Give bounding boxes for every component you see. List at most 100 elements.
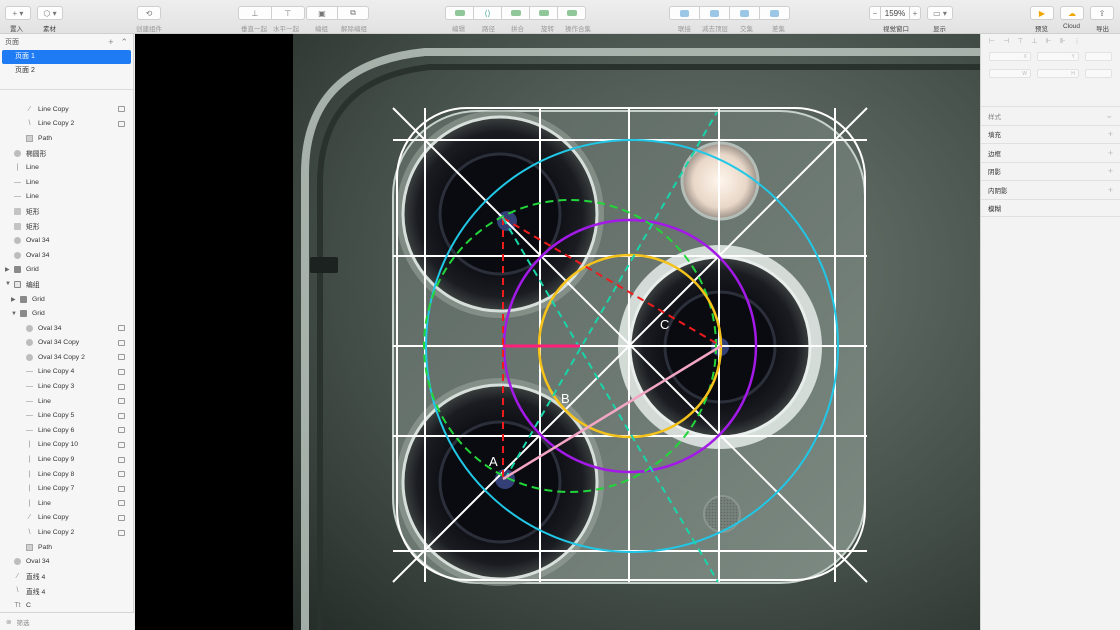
insert-button[interactable]: + ▾ xyxy=(5,6,31,20)
create-symbol-button[interactable]: ⟲ xyxy=(137,6,161,20)
layer-row[interactable]: ⁄ Line Copy xyxy=(0,511,134,526)
add-fill-icon[interactable]: + xyxy=(1108,129,1113,139)
difference-button[interactable] xyxy=(759,6,790,20)
intersect-button[interactable] xyxy=(729,6,760,20)
layer-row[interactable]: | Line xyxy=(0,160,134,175)
zoom-value[interactable]: 159% xyxy=(880,6,910,20)
disclosure-expanded-icon[interactable]: ▼ xyxy=(5,281,11,287)
add-shadow-icon[interactable]: + xyxy=(1108,166,1113,176)
symbol-link-icon[interactable] xyxy=(118,368,125,375)
style-section[interactable]: 样式 ⌄ xyxy=(981,106,1120,125)
layer-row[interactable]: Oval 34 Copy 2 xyxy=(0,350,134,365)
layer-row[interactable]: — Line Copy 5 xyxy=(0,408,134,423)
align-center-icon[interactable]: ⊣ xyxy=(1003,37,1009,45)
zoom-in-button[interactable]: + xyxy=(909,6,921,20)
symbol-link-icon[interactable] xyxy=(118,456,125,463)
layer-row[interactable]: 矩形 xyxy=(0,204,134,219)
layer-row[interactable]: — Line xyxy=(0,190,134,205)
flatten-button[interactable] xyxy=(501,6,530,20)
cloud-button[interactable]: ☁ xyxy=(1060,6,1084,20)
layer-row[interactable]: Path xyxy=(0,131,134,146)
layer-row[interactable]: Oval 34 xyxy=(0,248,134,263)
symbol-link-icon[interactable] xyxy=(118,120,125,127)
symbol-link-icon[interactable] xyxy=(118,412,125,419)
layer-row[interactable]: 矩形 xyxy=(0,219,134,234)
layer-row[interactable]: Oval 34 xyxy=(0,321,134,336)
align-horizontal-button[interactable]: ⊤ xyxy=(271,6,305,20)
layer-row[interactable]: Oval 34 xyxy=(0,554,134,569)
layer-row[interactable]: Path xyxy=(0,540,134,555)
disclosure-collapsed-icon[interactable]: ▶ xyxy=(11,296,16,303)
w-field[interactable]: W xyxy=(989,69,1031,78)
filter-bar[interactable]: ⊚ 筛选 xyxy=(0,612,134,630)
material-button[interactable]: ⬡ ▾ xyxy=(37,6,63,20)
group-button[interactable]: ▣ xyxy=(306,6,338,20)
path-button[interactable]: ⟨⟩ xyxy=(473,6,502,20)
union-button[interactable] xyxy=(669,6,700,20)
align-right-icon[interactable]: ⊤ xyxy=(1017,37,1023,45)
layer-row[interactable]: Oval 34 Copy xyxy=(0,336,134,351)
ungroup-button[interactable]: ⧉ xyxy=(337,6,369,20)
layer-row[interactable]: ▶ Grid xyxy=(0,292,134,307)
layer-row[interactable]: ⁄ 直线 4 xyxy=(0,569,134,584)
layer-row[interactable]: \ 直线 4 xyxy=(0,584,134,599)
layer-row[interactable]: | Line xyxy=(0,496,134,511)
symbol-link-icon[interactable] xyxy=(118,383,125,390)
symbol-link-icon[interactable] xyxy=(118,500,125,507)
layer-row[interactable]: — Line Copy 3 xyxy=(0,379,134,394)
layer-row[interactable]: ▶ Grid xyxy=(0,263,134,278)
layer-row[interactable]: | Line Copy 9 xyxy=(0,452,134,467)
layer-row[interactable]: \ Line Copy 2 xyxy=(0,525,134,540)
edit-button[interactable] xyxy=(445,6,474,20)
add-border-icon[interactable]: + xyxy=(1108,148,1113,158)
preview-button[interactable]: ▶ xyxy=(1030,6,1054,20)
operations-button[interactable] xyxy=(557,6,586,20)
layer-row[interactable]: Oval 34 xyxy=(0,233,134,248)
align-left-icon[interactable]: ⊢ xyxy=(989,37,995,45)
border-section[interactable]: 边框 + xyxy=(981,143,1120,162)
layer-row[interactable]: ▼ 编组 xyxy=(0,277,134,292)
symbol-link-icon[interactable] xyxy=(118,354,125,361)
layer-row[interactable]: | Line Copy 10 xyxy=(0,438,134,453)
align-top-icon[interactable]: ⊥ xyxy=(1031,37,1037,45)
add-inner-shadow-icon[interactable]: + xyxy=(1108,185,1113,195)
align-bottom-icon[interactable]: ⊪ xyxy=(1060,37,1066,45)
inner-shadow-section[interactable]: 内阴影 + xyxy=(981,180,1120,199)
symbol-link-icon[interactable] xyxy=(118,427,125,434)
layer-row[interactable]: Tt C xyxy=(0,598,134,613)
h-field[interactable]: H xyxy=(1036,69,1079,78)
rotate-button[interactable] xyxy=(529,6,558,20)
align-vertical-button[interactable]: ⊥ xyxy=(238,6,272,20)
flip-field[interactable] xyxy=(1084,69,1112,78)
page-item-2[interactable]: 页面 2 xyxy=(2,64,131,78)
layer-row[interactable]: — Line Copy 4 xyxy=(0,365,134,380)
align-middle-icon[interactable]: ⊩ xyxy=(1045,37,1051,45)
layer-row[interactable]: — Line xyxy=(0,175,134,190)
display-button[interactable]: ▭ ▾ xyxy=(927,6,953,20)
symbol-link-icon[interactable] xyxy=(118,325,125,332)
blur-section[interactable]: 模糊 xyxy=(981,198,1120,217)
disclosure-expanded-icon[interactable]: ▼ xyxy=(11,311,17,317)
y-field[interactable]: Y xyxy=(1036,52,1079,61)
canvas[interactable]: A B C xyxy=(135,34,980,630)
layer-row[interactable]: ⁄ Line Copy xyxy=(0,102,134,117)
disclosure-collapsed-icon[interactable]: ▶ xyxy=(5,266,10,273)
symbol-link-icon[interactable] xyxy=(118,529,125,536)
subtract-button[interactable] xyxy=(699,6,730,20)
fill-section[interactable]: 填充 + xyxy=(981,124,1120,144)
x-field[interactable]: X xyxy=(989,52,1031,61)
add-page-icon[interactable]: + xyxy=(108,37,113,48)
symbol-link-icon[interactable] xyxy=(118,339,125,346)
symbol-link-icon[interactable] xyxy=(118,441,125,448)
layer-row[interactable]: ▼ Grid xyxy=(0,306,134,321)
page-item-1[interactable]: 页面 1 xyxy=(2,50,131,64)
layer-row[interactable]: | Line Copy 8 xyxy=(0,467,134,482)
symbol-link-icon[interactable] xyxy=(118,471,125,478)
layer-row[interactable]: | Line Copy 7 xyxy=(0,481,134,496)
symbol-link-icon[interactable] xyxy=(118,398,125,405)
layer-row[interactable]: — Line Copy 6 xyxy=(0,423,134,438)
distribute-icon[interactable]: ⋮ xyxy=(1074,37,1081,45)
shadow-section[interactable]: 阴影 + xyxy=(981,161,1120,181)
symbol-link-icon[interactable] xyxy=(118,485,125,492)
symbol-link-icon[interactable] xyxy=(118,514,125,521)
